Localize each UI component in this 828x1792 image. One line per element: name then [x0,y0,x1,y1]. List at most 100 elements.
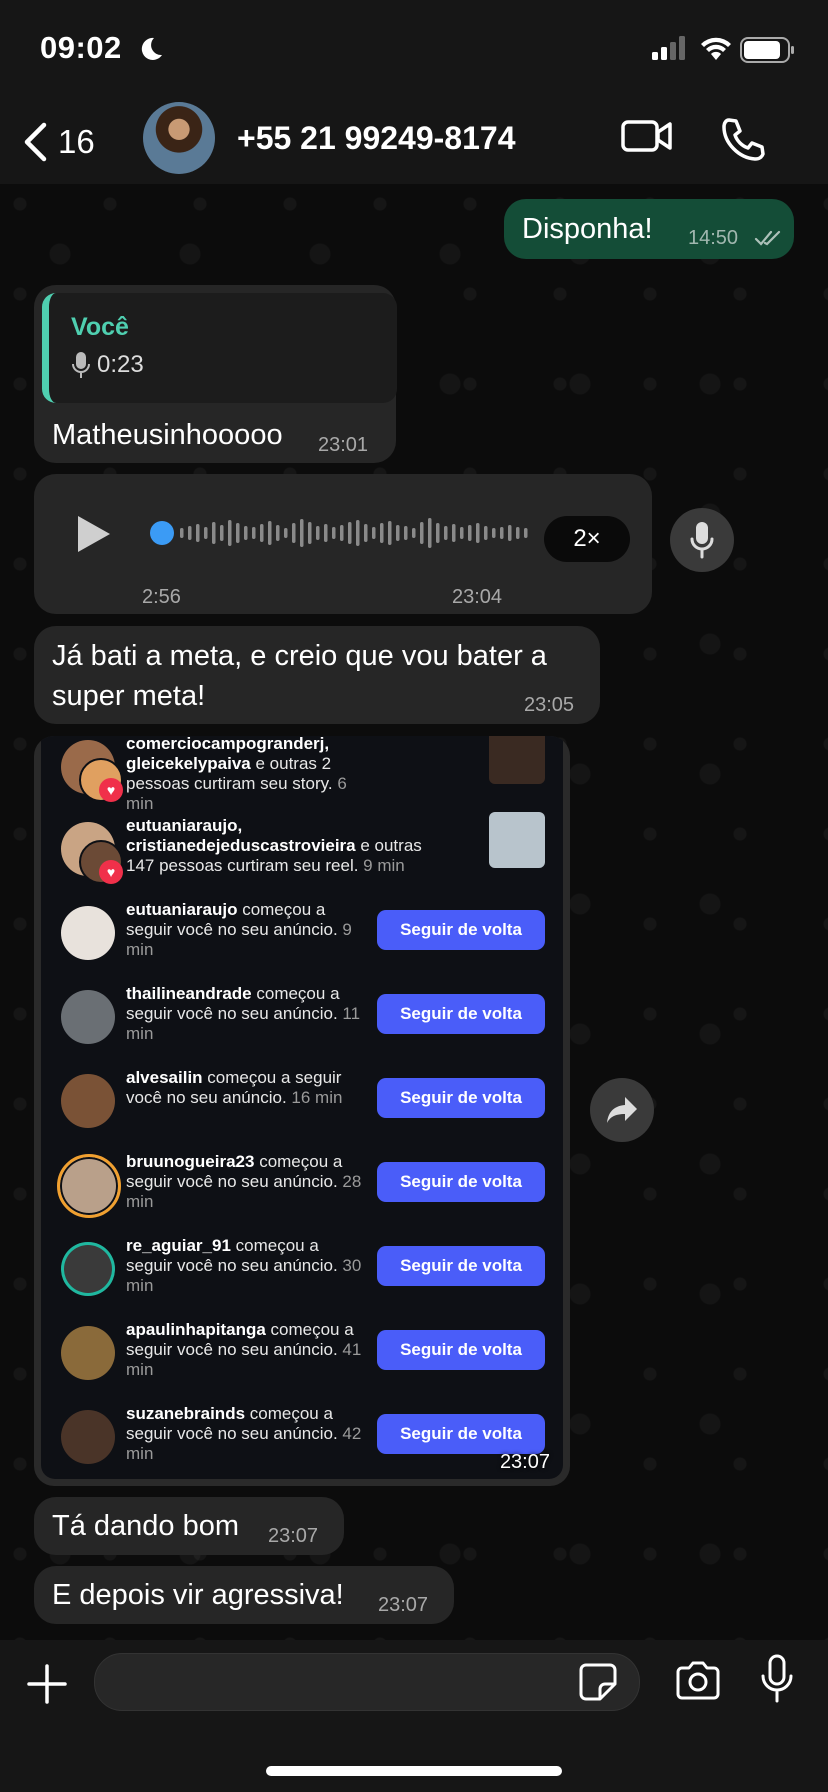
incoming-message[interactable]: Já bati a meta, e creio que vou bater a … [34,626,600,724]
waveform-bar [436,523,440,543]
follow-back-button: Seguir de volta [377,1246,545,1286]
mic-icon [690,522,714,559]
notification-avatar-story [57,1154,121,1218]
notification-avatar [61,906,115,960]
waveform-bar [412,528,416,538]
sticker-icon[interactable] [578,1662,618,1702]
image-message[interactable]: ♥ comerciocampogranderj, gleicekelypaiva… [34,736,570,1486]
waveform-bar [292,523,296,543]
status-bar: 09:02 [0,0,828,100]
incoming-reply-message[interactable]: Você 0:23 Matheusinhooooo 23:01 [34,285,397,463]
wifi-icon [701,37,731,60]
notification-user: eutuaniaraujo, cristianedejeduscastrovie… [126,816,356,855]
message-text: Tá dando bom [52,1510,240,1542]
waveform-bar [372,527,376,539]
waveform-bar [260,524,264,542]
follow-notification: thailineandrade começou a seguir você no… [41,982,563,1062]
message-text: Matheusinhooooo [52,419,283,451]
mic-icon[interactable] [760,1654,794,1704]
voice-mic-indicator [670,508,734,572]
waveform-bar [388,521,392,545]
waveform-bar [188,526,192,540]
waveform-bar [332,527,336,539]
message-text: Disponha! [522,213,653,245]
phone-icon[interactable] [720,116,766,162]
message-text: Já bati a meta, e creio que vou bater a … [52,640,547,712]
waveform-bar [428,518,432,548]
follow-notification: suzanebrainds começou a seguir você no s… [41,1402,563,1479]
notification-age: 9 min [358,856,405,875]
notification-user: eutuaniaraujo [126,900,238,919]
follow-notification: eutuaniaraujo começou a seguir você no s… [41,898,563,978]
notification-text: re_aguiar_91 começou a seguir você no se… [126,1236,362,1296]
unread-count: 16 [58,123,95,160]
message-input[interactable] [94,1653,640,1711]
back-icon [24,122,47,162]
notification-avatar [61,1326,115,1380]
waveform-bar [324,524,328,542]
video-icon[interactable] [620,116,674,156]
incoming-message[interactable]: Tá dando bom 23:07 [34,1497,344,1555]
message-time: 23:07 [378,1594,429,1616]
waveform-bar [308,522,312,544]
voice-message[interactable]: 2× 2:56 23:04 [34,474,652,614]
forward-button[interactable] [590,1078,654,1142]
voice-waveform[interactable] [144,516,544,550]
notification-text: suzanebrainds começou a seguir você no s… [126,1404,362,1464]
notification-text: eutuaniaraujo, cristianedejeduscastrovie… [126,816,446,876]
contact-name[interactable]: +55 21 99249-8174 [237,120,515,157]
home-indicator [266,1766,562,1776]
waveform-bar [180,528,184,538]
waveform-bar [508,525,512,541]
notification-user: alvesailin [126,1068,203,1087]
waveform-bar [476,523,480,543]
quoted-audio: 0:23 [71,351,144,379]
waveform-bar [484,526,488,540]
incoming-message[interactable]: E depois vir agressiva! 23:07 [34,1566,454,1624]
waveform-bar [516,527,520,539]
notification-user: re_aguiar_91 [126,1236,231,1255]
heart-icon: ♥ [99,860,123,884]
follow-notification: alvesailin começou a seguir você no seu … [41,1066,563,1146]
message-time: 23:01 [318,434,369,456]
waveform-bar [252,527,256,539]
waveform-bar [380,523,384,543]
notification-user: thailineandrade [126,984,252,1003]
heart-icon: ♥ [99,778,123,802]
moon-icon [141,37,162,60]
waveform-bar [316,526,320,540]
waveform-bar [524,528,528,538]
notification-user: suzanebrainds [126,1404,246,1423]
waveform-bar [396,525,400,541]
waveform-bar [196,524,200,542]
follow-notification: apaulinhapitanga começou a seguir você n… [41,1318,563,1398]
message-time: 14:50 [688,227,739,249]
contact-avatar[interactable] [143,102,215,174]
chat-header: 16 +55 21 99249-8174 [0,100,828,184]
waveform-bar [212,522,216,544]
outgoing-message[interactable]: Disponha! 14:50 [504,199,794,259]
follow-notification: bruunogueira23 começou a seguir você no … [41,1150,563,1230]
battery-icon [740,37,794,63]
status-time: 09:02 [40,30,122,65]
camera-icon[interactable] [674,1660,722,1702]
notification-text: bruunogueira23 começou a seguir você no … [126,1152,362,1212]
forward-icon [607,1097,637,1123]
waveform-bar [348,522,352,544]
waveform-bar [404,526,408,540]
message-time: 23:05 [524,694,575,716]
waveform-bar [268,521,272,545]
back-button[interactable]: 16 [22,118,95,166]
waveform-bar [284,528,288,538]
mic-icon [72,352,90,378]
waveform-bar [420,522,424,544]
playback-speed-button[interactable]: 2× [544,516,630,562]
signal-icon [652,36,685,60]
notification-avatar [61,1242,115,1296]
playback-position-dot[interactable] [150,521,174,545]
post-thumbnail [489,736,545,784]
plus-icon[interactable] [25,1662,69,1706]
play-icon[interactable] [72,514,112,554]
quoted-voice-message[interactable]: Você 0:23 [42,293,397,403]
waveform-bar [356,520,360,546]
